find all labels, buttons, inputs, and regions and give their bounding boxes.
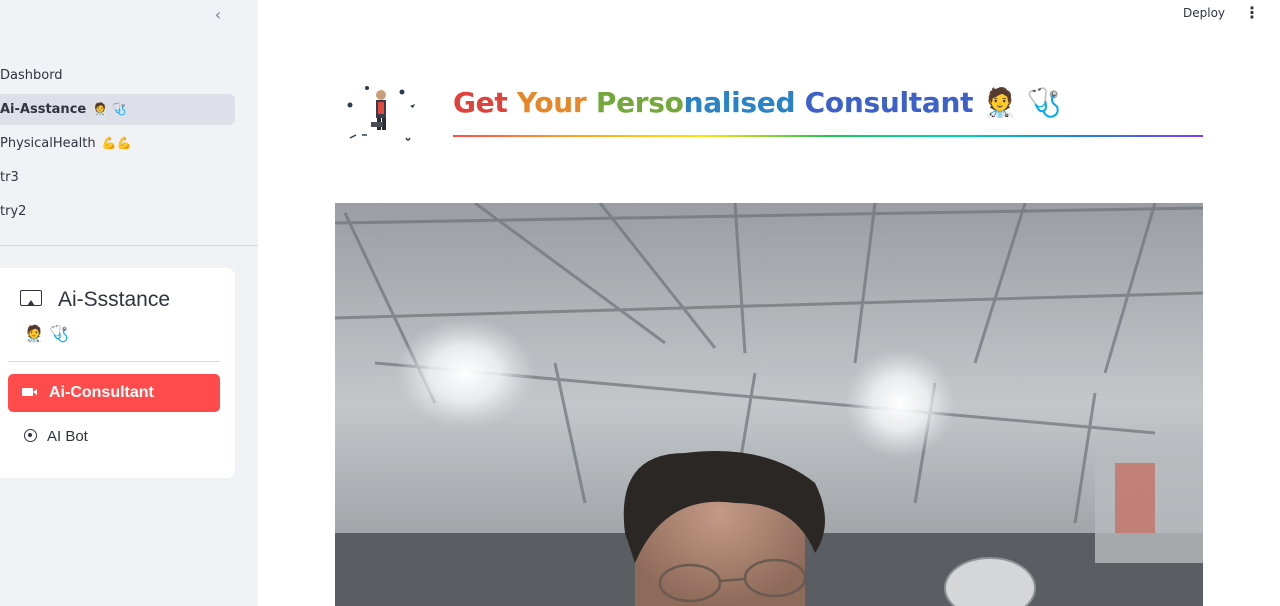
nav-item-physicalhealth[interactable]: PhysicalHealth 💪💪: [0, 128, 235, 159]
tv-icon: [20, 290, 42, 307]
nav-item-label: PhysicalHealth: [0, 136, 96, 151]
nav-item-label: Ai-Asstance: [0, 102, 87, 117]
camera-video-icon: [22, 388, 37, 396]
nav-item-emoji: 💪💪: [101, 136, 132, 150]
ai-consultant-option[interactable]: Ai-Consultant: [8, 374, 220, 412]
doctor-logo: [347, 86, 415, 141]
nav-item-tr3[interactable]: tr3: [0, 162, 235, 193]
sidebar-nav: Dashbord Ai-Asstance 🧑‍⚕️ 🩺 PhysicalHeal…: [0, 60, 258, 230]
option-menu-emoji: 🧑‍⚕️ 🩺: [24, 324, 69, 343]
option-menu: Ai-Ssstance 🧑‍⚕️ 🩺 Ai-Consultant AI Bot: [0, 268, 235, 478]
ai-consultant-label: Ai-Consultant: [49, 384, 154, 401]
ai-bot-label: AI Bot: [47, 428, 88, 445]
nav-item-try2[interactable]: try2: [0, 196, 235, 227]
title-divider: [453, 135, 1203, 137]
nav-item-label: Dashbord: [0, 68, 63, 83]
option-menu-divider: [8, 361, 220, 362]
collapse-sidebar-button[interactable]: ‹: [208, 4, 228, 26]
nav-item-label: try2: [0, 204, 27, 219]
ai-bot-option[interactable]: AI Bot: [24, 428, 88, 445]
sidebar-divider: [0, 245, 258, 246]
option-menu-title: Ai-Ssstance: [20, 288, 170, 312]
nav-item-label: tr3: [0, 170, 19, 185]
sidebar: ‹ Dashbord Ai-Asstance 🧑‍⚕️ 🩺 PhysicalHe…: [0, 0, 258, 606]
nav-item-ai-asstance[interactable]: Ai-Asstance 🧑‍⚕️ 🩺: [0, 94, 235, 125]
chat-icon: [24, 429, 37, 442]
main-menu-icon[interactable]: ⋮: [1244, 4, 1260, 22]
title-emoji: 🧑‍⚕️ 🩺: [973, 86, 1062, 119]
nav-item-emoji: 🧑‍⚕️ 🩺: [92, 102, 127, 116]
webcam-frame: [335, 203, 1203, 606]
deploy-button[interactable]: Deploy: [1183, 6, 1225, 20]
nav-item-dashbord[interactable]: Dashbord: [0, 60, 235, 91]
page-title: Get Your Personalised Consultant 🧑‍⚕️ 🩺: [453, 86, 1062, 119]
webcam-video-feed[interactable]: [335, 203, 1203, 606]
